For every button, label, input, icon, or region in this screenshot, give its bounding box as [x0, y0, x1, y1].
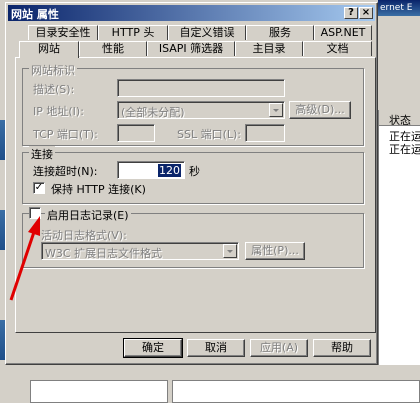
tab-http-headers[interactable]: HTTP 头	[98, 25, 168, 40]
tab-directory-security[interactable]: 目录安全性	[28, 25, 98, 40]
ip-address-select[interactable]: (全部未分配)	[117, 101, 285, 119]
log-properties-button[interactable]: 属性(P)...	[245, 242, 305, 260]
tab-home-directory[interactable]: 主目录	[235, 41, 303, 56]
background-list-row: 正在运	[389, 143, 420, 156]
background-list-header: 状态	[379, 110, 420, 127]
logging-group: 启用日志记录(E) 活动日志格式(V): W3C 扩展日志文件格式 属性(P).…	[22, 207, 364, 268]
enable-logging-label: 启用日志记录(E)	[45, 207, 131, 223]
ssl-port-label: SSL 端口(L):	[177, 128, 242, 141]
tab-documents[interactable]: 文档	[303, 41, 372, 56]
log-format-value: W3C 扩展日志文件格式	[45, 247, 163, 260]
log-format-select[interactable]: W3C 扩展日志文件格式	[41, 242, 239, 260]
timeout-field[interactable]: 120	[117, 161, 185, 179]
keepalive-checkbox[interactable]: ✓	[33, 182, 45, 194]
ssl-port-field[interactable]	[245, 124, 285, 142]
log-format-label: 活动日志格式(V):	[41, 229, 127, 242]
tab-aspnet[interactable]: ASP.NET	[314, 25, 372, 40]
description-label: 描述(S):	[33, 83, 75, 96]
tab-website[interactable]: 网站	[19, 41, 79, 58]
keepalive-label: 保持 HTTP 连接(K)	[51, 183, 146, 196]
tab-custom-errors[interactable]: 自定义错误	[168, 25, 246, 40]
enable-logging-checkbox[interactable]	[29, 207, 41, 219]
ip-address-label: IP 地址(I):	[33, 105, 84, 118]
tab-panel-website: 网站标识 描述(S): IP 地址(I): (全部未分配) 高级(D)... T…	[15, 57, 376, 333]
help-button[interactable]: 帮助	[313, 339, 371, 357]
tcp-port-label: TCP 端口(T):	[33, 128, 98, 141]
background-list-panel: 状态 正在运 正在运	[378, 110, 420, 403]
close-icon[interactable]: ×	[359, 7, 373, 19]
cancel-button[interactable]: 取消	[187, 339, 245, 357]
chevron-down-icon[interactable]	[269, 103, 283, 117]
background-bottom-panel	[172, 380, 420, 403]
site-id-group: 网站标识 描述(S): IP 地址(I): (全部未分配) 高级(D)... T…	[22, 62, 364, 146]
tcp-port-field[interactable]	[117, 124, 155, 142]
site-id-group-title: 网站标识	[29, 62, 77, 78]
connection-group: 连接 连接超时(N): 120 秒 ✓ 保持 HTTP 连接(K)	[22, 146, 364, 204]
dialog-title: 网站 属性	[11, 8, 59, 21]
connection-group-title: 连接	[29, 146, 55, 162]
chevron-down-icon[interactable]	[223, 244, 237, 258]
background-bottom-panel	[30, 380, 168, 403]
apply-button[interactable]: 应用(A)	[250, 339, 308, 357]
timeout-unit: 秒	[189, 165, 200, 178]
tab-service[interactable]: 服务	[246, 25, 314, 40]
tab-isapi-filters[interactable]: ISAPI 筛选器	[147, 41, 235, 56]
timeout-label: 连接超时(N):	[33, 165, 98, 178]
background-window-title: ernet E	[378, 0, 420, 16]
properties-dialog: 网站 属性 ? × 目录安全性 HTTP 头 自定义错误 服务 ASP.NET …	[5, 2, 378, 365]
ip-address-value: (全部未分配)	[121, 106, 185, 119]
tab-performance[interactable]: 性能	[79, 41, 147, 56]
ok-button[interactable]: 确定	[123, 338, 183, 358]
advanced-button[interactable]: 高级(D)...	[289, 101, 351, 119]
help-icon[interactable]: ?	[344, 7, 358, 19]
dialog-titlebar[interactable]: 网站 属性 ? ×	[8, 5, 375, 21]
timeout-value: 120	[158, 164, 181, 177]
description-field[interactable]	[117, 79, 285, 97]
